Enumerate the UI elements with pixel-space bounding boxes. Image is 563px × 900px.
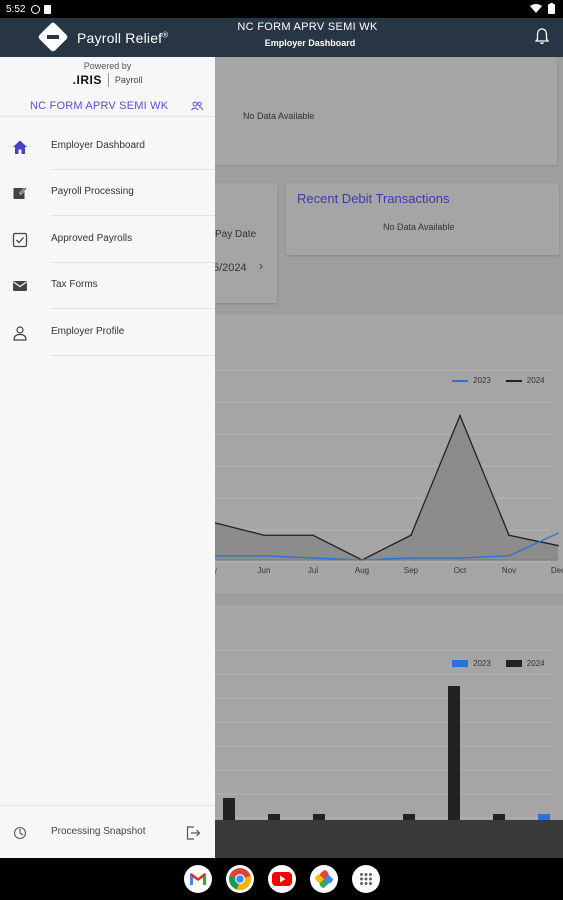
x-tick-label: Dec xyxy=(551,566,563,575)
nav-item-payroll-processing[interactable]: Payroll Processing xyxy=(0,170,215,216)
battery-icon xyxy=(548,3,555,14)
summary-card: No Data Available xyxy=(215,57,557,165)
iris-logo: .IRIS Payroll xyxy=(0,73,215,87)
chrome-icon[interactable] xyxy=(226,865,254,893)
notification-icon xyxy=(31,4,41,14)
x-tick-label: y xyxy=(215,566,217,575)
mail-icon xyxy=(13,281,27,291)
bar-2024 xyxy=(223,798,235,820)
pay-date-label: Pay Date xyxy=(215,229,257,240)
iris-brand-suffix: Payroll xyxy=(114,75,143,85)
point-2024 xyxy=(263,534,265,537)
point-2024 xyxy=(508,534,510,537)
point-2023 xyxy=(312,557,314,559)
status-time: 5:52 xyxy=(6,3,26,15)
powered-by-label: Powered by xyxy=(83,61,132,71)
debit-empty-text: No Data Available xyxy=(383,222,455,232)
status-bar: 5:52 xyxy=(0,0,563,18)
bar-2024 xyxy=(448,686,460,820)
nav-item-employer-dashboard[interactable]: Employer Dashboard xyxy=(0,124,215,170)
drawer-logo-bar: Payroll Relief® xyxy=(0,18,215,57)
logout-icon[interactable] xyxy=(186,826,201,840)
point-2024 xyxy=(410,534,412,537)
x-tick-label: Oct xyxy=(454,566,467,575)
nav-label: Employer Dashboard xyxy=(51,140,145,151)
line-chart-card: 2023 2024 yJunJulAugSepOctNovDec xyxy=(215,315,563,593)
area-2024 xyxy=(215,415,558,560)
x-tick-label: Jun xyxy=(258,566,271,575)
nav-label: Employer Profile xyxy=(51,326,125,337)
edit-icon xyxy=(13,186,28,199)
bell-icon[interactable] xyxy=(535,28,549,45)
debit-transactions-card: Recent Debit Transactions No Data Availa… xyxy=(286,183,559,255)
nav-item-tax-forms[interactable]: Tax Forms xyxy=(0,263,215,309)
navigation-drawer: Powered by .IRIS Payroll NC FORM APRV SE… xyxy=(0,57,215,858)
point-2023 xyxy=(508,555,510,557)
snapshot-icon xyxy=(13,826,27,840)
bottom-strip xyxy=(215,820,563,858)
youtube-icon[interactable] xyxy=(268,865,296,893)
app-drawer-icon[interactable] xyxy=(352,865,380,893)
x-tick-label: Sep xyxy=(404,566,419,575)
checkbox-icon xyxy=(12,232,28,248)
snapshot-label: Processing Snapshot xyxy=(51,826,146,837)
point-2023 xyxy=(263,555,265,557)
x-tick-label: Nov xyxy=(502,566,516,575)
sd-card-icon xyxy=(44,4,52,14)
line-chart: y Jun Jul Aug Sep Oct Nov Dec xyxy=(215,369,563,575)
wifi-icon xyxy=(530,3,542,13)
x-tick-label: Jul xyxy=(308,566,318,575)
nav-label: Payroll Processing xyxy=(51,186,134,197)
nav-label: Tax Forms xyxy=(51,279,98,290)
app-name: Payroll Relief® xyxy=(77,30,169,46)
iris-brand: .IRIS xyxy=(72,73,102,87)
gmail-icon[interactable] xyxy=(184,865,212,893)
pay-date-card[interactable]: Pay Date 5/2024 › xyxy=(215,183,277,303)
point-2024 xyxy=(557,544,559,547)
person-icon xyxy=(13,326,27,341)
processing-snapshot-row[interactable]: Processing Snapshot xyxy=(0,805,215,858)
debit-title: Recent Debit Transactions xyxy=(297,191,450,206)
nav-item-employer-profile[interactable]: Employer Profile xyxy=(0,310,215,356)
point-2023 xyxy=(459,557,461,559)
point-2024 xyxy=(312,534,314,537)
header-title: NC FORM APRV SEMI WK xyxy=(237,21,378,33)
home-icon xyxy=(13,140,27,154)
pay-date-value: 5/2024 xyxy=(215,262,247,274)
chevron-right-icon: › xyxy=(259,259,263,273)
company-name[interactable]: NC FORM APRV SEMI WK xyxy=(30,100,168,112)
switch-company-icon[interactable] xyxy=(191,101,203,111)
photos-icon[interactable] xyxy=(310,865,338,893)
x-tick-label: Aug xyxy=(355,566,369,575)
dashboard-content: No Data Available Pay Date 5/2024 › Rece… xyxy=(215,57,563,858)
nav-item-approved-payrolls[interactable]: Approved Payrolls xyxy=(0,217,215,263)
system-dock xyxy=(0,858,563,900)
summary-empty-text: No Data Available xyxy=(243,111,315,121)
point-2024 xyxy=(459,414,461,417)
point-2023 xyxy=(410,557,412,559)
header-subtitle: Employer Dashboard xyxy=(264,38,356,48)
point-2023 xyxy=(557,532,559,534)
nav-label: Approved Payrolls xyxy=(51,233,133,244)
